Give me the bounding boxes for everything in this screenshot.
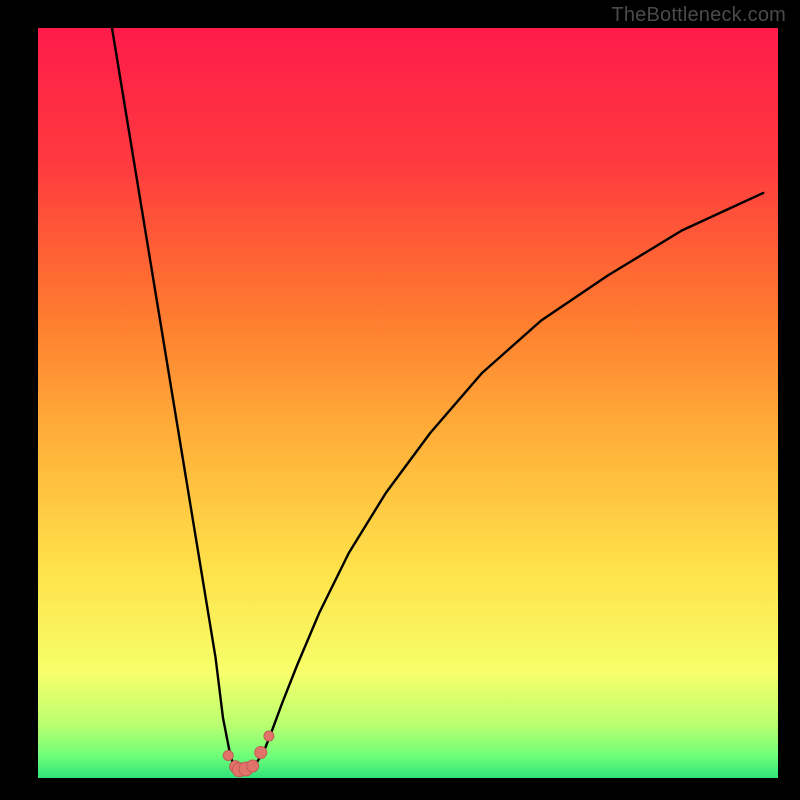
curve-marker bbox=[264, 731, 274, 741]
curve-markers bbox=[223, 731, 274, 777]
watermark-text: TheBottleneck.com bbox=[611, 4, 786, 27]
bottleneck-curve bbox=[112, 28, 763, 771]
curve-marker bbox=[247, 760, 259, 772]
chart-frame: TheBottleneck.com bbox=[0, 0, 800, 800]
curve-marker bbox=[223, 751, 233, 761]
curve-svg bbox=[38, 28, 778, 778]
plot-area bbox=[38, 28, 778, 778]
curve-marker bbox=[255, 747, 267, 759]
